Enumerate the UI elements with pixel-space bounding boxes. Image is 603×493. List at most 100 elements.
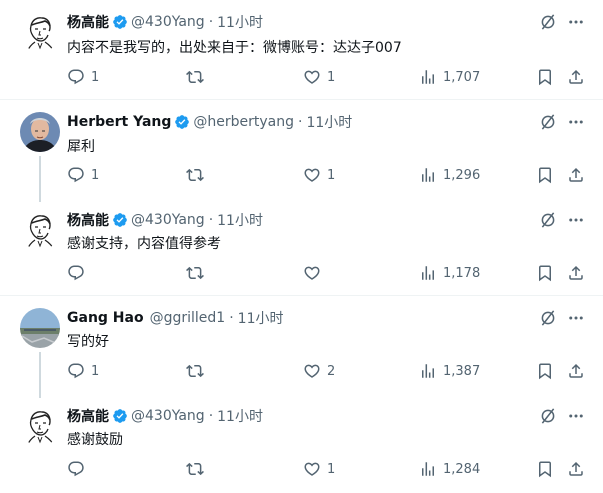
bookmark-button[interactable] [536, 166, 554, 184]
bookmark-button[interactable] [536, 460, 554, 478]
views-count: 1,178 [443, 265, 481, 281]
sketch-avatar-icon [20, 406, 60, 446]
share-icon [567, 362, 585, 380]
reply-button[interactable]: 1 [67, 68, 99, 86]
share-icon [567, 68, 585, 86]
photo-avatar-icon [20, 112, 60, 152]
reply-icon [67, 362, 85, 380]
author-name[interactable]: 杨高能 [67, 210, 109, 230]
more-icon[interactable] [567, 113, 585, 131]
views-button[interactable]: 1,178 [419, 264, 480, 282]
views-button[interactable]: 1,387 [419, 362, 480, 380]
author-handle[interactable]: @herbertyang [193, 114, 294, 130]
views-button[interactable]: 1,707 [419, 68, 480, 86]
reply-button[interactable]: 1 [67, 362, 99, 380]
reply-icon [67, 460, 85, 478]
more-icon[interactable] [567, 407, 585, 425]
like-button[interactable]: 1 [303, 68, 335, 86]
share-button[interactable] [567, 460, 585, 478]
views-count: 1,284 [443, 461, 481, 477]
like-button[interactable]: 2 [303, 362, 335, 380]
more-icon[interactable] [567, 13, 585, 31]
avatar[interactable] [20, 210, 60, 250]
grok-icon[interactable] [539, 211, 557, 229]
like-icon [303, 166, 321, 184]
retweet-icon [186, 68, 204, 86]
retweet-button[interactable] [186, 362, 210, 380]
bookmark-icon [536, 362, 554, 380]
avatar[interactable] [20, 406, 60, 446]
timestamp[interactable]: 11小时 [217, 12, 263, 32]
verified-icon [112, 14, 128, 30]
more-icon[interactable] [567, 309, 585, 327]
like-count: 2 [327, 363, 336, 379]
views-icon [419, 166, 437, 184]
reply-count: 1 [91, 69, 100, 85]
sketch-avatar-icon [20, 210, 60, 250]
author-name[interactable]: 杨高能 [67, 406, 109, 426]
tweet-text: 内容不是我写的，出处来自于：微博账号：达达子007 [67, 40, 402, 56]
author-name[interactable]: Herbert Yang [67, 114, 171, 130]
retweet-button[interactable] [186, 264, 210, 282]
retweet-button[interactable] [186, 68, 210, 86]
views-icon [419, 362, 437, 380]
views-count: 1,707 [443, 69, 481, 85]
grok-icon[interactable] [539, 13, 557, 31]
bookmark-icon [536, 166, 554, 184]
bookmark-icon [536, 264, 554, 282]
dot-separator: · [208, 212, 214, 228]
divider [0, 295, 603, 296]
bookmark-button[interactable] [536, 68, 554, 86]
views-button[interactable]: 1,296 [419, 166, 480, 184]
like-button[interactable] [303, 264, 327, 282]
timestamp[interactable]: 11小时 [306, 112, 352, 132]
author-handle[interactable]: @430Yang [131, 212, 205, 228]
share-icon [567, 460, 585, 478]
share-button[interactable] [567, 264, 585, 282]
tweet-text: 犀利 [67, 139, 95, 155]
like-count: 1 [327, 167, 336, 183]
grok-icon[interactable] [539, 309, 557, 327]
timestamp[interactable]: 11小时 [238, 308, 284, 328]
retweet-icon [186, 264, 204, 282]
author-handle[interactable]: @ggrilled1 [150, 310, 226, 326]
bookmark-button[interactable] [536, 362, 554, 380]
share-button[interactable] [567, 68, 585, 86]
thread-line [39, 156, 41, 202]
author-name[interactable]: Gang Hao [67, 310, 144, 326]
avatar[interactable] [20, 12, 60, 52]
grok-icon[interactable] [539, 113, 557, 131]
like-button[interactable]: 1 [303, 460, 335, 478]
tweet-text: 写的好 [67, 334, 109, 350]
divider [0, 99, 603, 100]
reply-button[interactable] [67, 264, 91, 282]
more-icon[interactable] [567, 211, 585, 229]
timestamp[interactable]: 11小时 [217, 406, 263, 426]
share-button[interactable] [567, 166, 585, 184]
views-button[interactable]: 1,284 [419, 460, 480, 478]
thread-line [39, 352, 41, 398]
avatar[interactable] [20, 112, 60, 152]
like-button[interactable]: 1 [303, 166, 335, 184]
like-icon [303, 362, 321, 380]
retweet-button[interactable] [186, 460, 210, 478]
share-icon [567, 264, 585, 282]
author-handle[interactable]: @430Yang [131, 408, 205, 424]
verified-icon [112, 408, 128, 424]
reply-count: 1 [91, 167, 100, 183]
avatar[interactable] [20, 308, 60, 348]
bookmark-button[interactable] [536, 264, 554, 282]
reply-button[interactable] [67, 460, 91, 478]
reply-button[interactable]: 1 [67, 166, 99, 184]
retweet-button[interactable] [186, 166, 210, 184]
views-icon [419, 264, 437, 282]
grok-icon[interactable] [539, 407, 557, 425]
retweet-icon [186, 166, 204, 184]
author-handle[interactable]: @430Yang [131, 14, 205, 30]
timestamp[interactable]: 11小时 [217, 210, 263, 230]
author-name[interactable]: 杨高能 [67, 12, 109, 32]
reply-icon [67, 166, 85, 184]
reply-icon [67, 68, 85, 86]
share-button[interactable] [567, 362, 585, 380]
like-icon [303, 264, 321, 282]
